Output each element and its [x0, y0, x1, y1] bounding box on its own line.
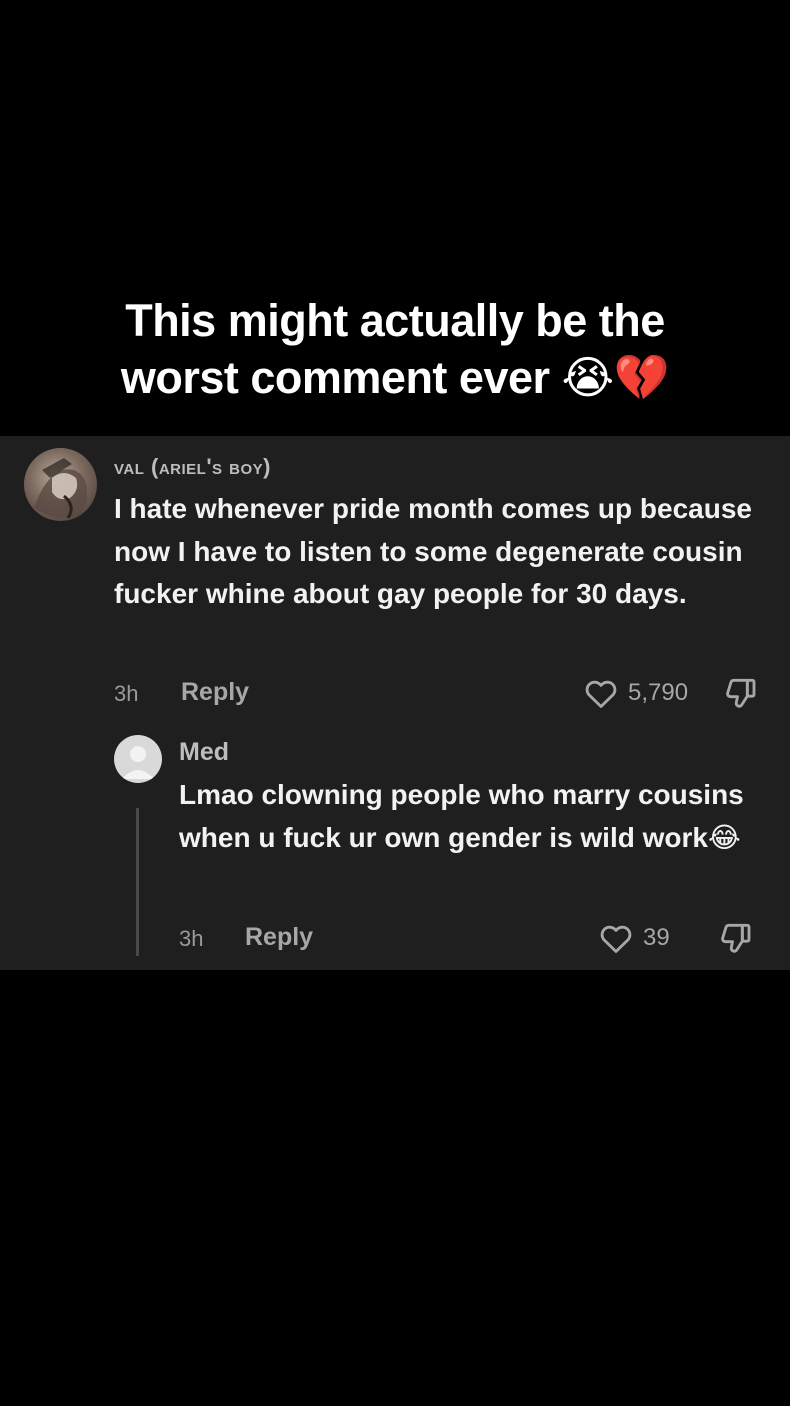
avatar[interactable]: [24, 448, 97, 521]
comment-like-count: 5,790: [628, 679, 689, 706]
caption-line-2: worst comment ever 😭💔: [120, 352, 670, 403]
comment-reply-button[interactable]: Reply: [181, 678, 249, 707]
heart-icon[interactable]: [582, 674, 620, 712]
reply-avatar[interactable]: [114, 735, 162, 783]
caption-line-1: This might actually be the: [125, 295, 665, 346]
reply-like-count: 39: [643, 924, 670, 951]
reply-text: Lmao clowning people who marry cousins w…: [179, 779, 744, 853]
reply-timestamp: 3h: [179, 926, 204, 951]
reply-reply-button[interactable]: Reply: [245, 923, 313, 952]
thumbs-down-icon[interactable]: [722, 674, 760, 712]
default-avatar-icon: [122, 746, 154, 779]
comment-timestamp: 3h: [114, 681, 139, 706]
thumbs-down-icon[interactable]: [717, 919, 755, 957]
profile-photo-art: [34, 458, 88, 519]
reply-username[interactable]: Med: [179, 738, 229, 767]
comment-text: I hate whenever pride month comes up bec…: [114, 493, 752, 610]
comment-card: val (ariel's boy) I hate whenever pride …: [0, 436, 790, 970]
video-caption: This might actually be the worst comment…: [40, 292, 750, 406]
heart-icon[interactable]: [597, 919, 635, 957]
comment-username[interactable]: val (ariel's boy): [114, 454, 271, 480]
reply-thread-line: [136, 808, 139, 956]
